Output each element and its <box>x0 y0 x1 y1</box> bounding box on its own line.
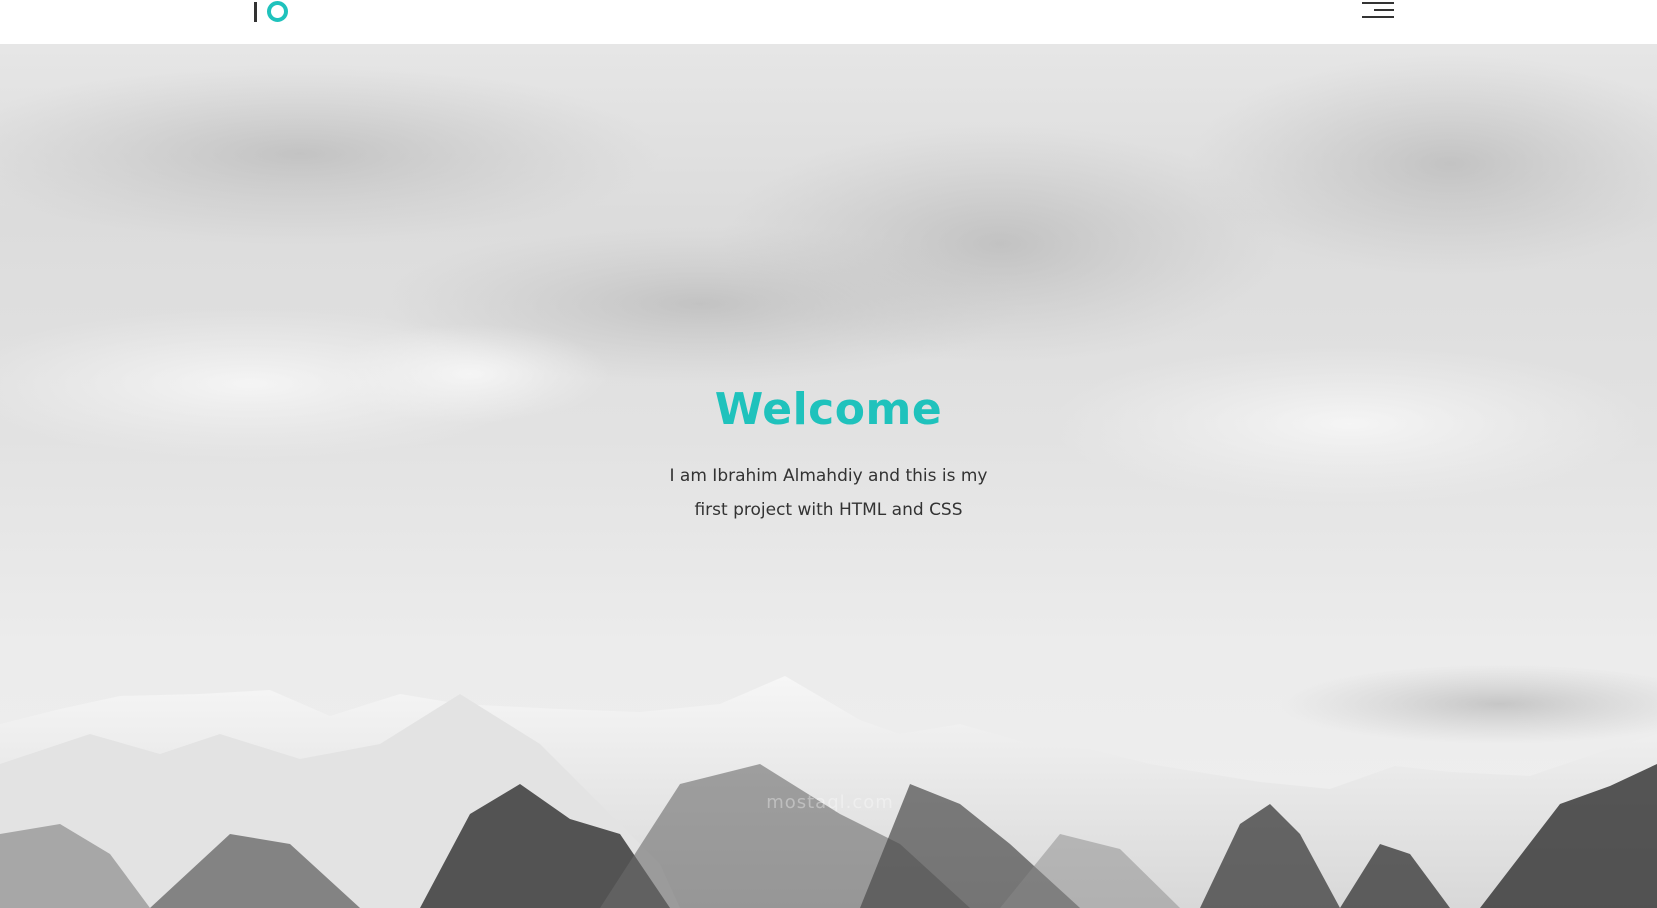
io-logo-icon[interactable] <box>254 0 288 24</box>
logo-ring <box>267 1 288 22</box>
menu-line <box>1362 16 1394 18</box>
menu-line <box>1374 9 1394 11</box>
site-header <box>0 0 1657 44</box>
hero-text: I am Ibrahim Almahdiy and this is my fir… <box>669 465 988 520</box>
logo-bar <box>254 2 257 22</box>
hero-content: Welcome I am Ibrahim Almahdiy and this i… <box>0 384 1657 527</box>
hero-section: Welcome I am Ibrahim Almahdiy and this i… <box>0 44 1657 908</box>
hamburger-menu-icon[interactable] <box>1362 0 1394 22</box>
menu-line <box>1362 2 1394 4</box>
hero-title: Welcome <box>714 384 943 435</box>
